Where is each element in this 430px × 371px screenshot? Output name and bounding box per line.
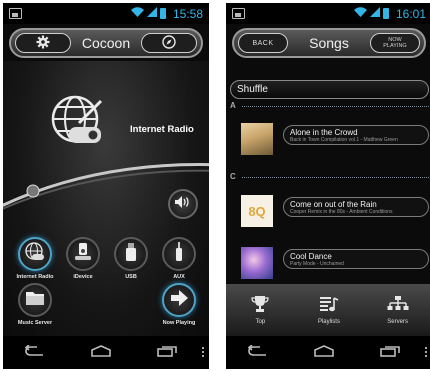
folder-icon bbox=[24, 287, 46, 314]
tab-label: Servers bbox=[387, 319, 408, 325]
song-title: Cool Dance bbox=[290, 252, 332, 261]
battery-icon bbox=[159, 8, 166, 19]
status-bar: 16:01 bbox=[226, 3, 430, 24]
wifi-icon bbox=[130, 7, 144, 20]
song-pill[interactable]: Cool Dance Party Mode - Unchained bbox=[283, 249, 429, 269]
source-usb-button[interactable] bbox=[114, 237, 148, 271]
source-internet-radio[interactable]: Internet Radio bbox=[11, 237, 59, 280]
recents-nav-icon[interactable] bbox=[156, 344, 177, 362]
recents-nav-icon[interactable] bbox=[379, 344, 400, 362]
song-row[interactable]: Alone in the Crowd Back in Town Compilat… bbox=[241, 123, 429, 157]
song-subtitle: Cooper Remix in the 80s - Ambient Condit… bbox=[290, 209, 393, 215]
song-subtitle: Party Mode - Unchained bbox=[290, 261, 344, 267]
source-music-server[interactable]: Music Server bbox=[11, 283, 59, 326]
song-pill[interactable]: Come on out of the Rain Cooper Remix in … bbox=[283, 197, 429, 217]
playlist-icon bbox=[299, 295, 359, 313]
app-title: Cocoon bbox=[81, 35, 131, 51]
home-nav-icon[interactable] bbox=[90, 344, 112, 362]
status-time: 16:01 bbox=[395, 6, 426, 21]
source-aux[interactable]: AUX bbox=[155, 237, 203, 280]
settings-button[interactable] bbox=[15, 33, 71, 53]
song-title: Alone in the Crowd bbox=[290, 128, 358, 137]
source-idevice-button[interactable] bbox=[66, 237, 100, 271]
back-button[interactable]: BACK bbox=[238, 33, 288, 53]
tab-playlists[interactable]: Playlists bbox=[299, 295, 359, 325]
source-usb[interactable]: USB bbox=[107, 237, 155, 280]
source-idevice[interactable]: iDevice bbox=[59, 237, 107, 280]
header-bar: Cocoon bbox=[9, 28, 203, 58]
status-time: 15:58 bbox=[172, 6, 203, 21]
signal-icon bbox=[146, 7, 157, 20]
overflow-menu-icon[interactable] bbox=[202, 347, 204, 357]
song-row[interactable]: Cool Dance Party Mode - Unchained bbox=[241, 247, 429, 281]
album-art bbox=[241, 123, 273, 155]
section-header: C bbox=[230, 172, 429, 182]
usb-stick-icon bbox=[120, 241, 142, 268]
overflow-menu-icon[interactable] bbox=[425, 347, 427, 357]
back-nav-icon[interactable] bbox=[25, 343, 45, 362]
system-nav-bar bbox=[226, 336, 430, 369]
source-label: AUX bbox=[173, 274, 185, 280]
source-internet-radio-button[interactable] bbox=[18, 237, 52, 271]
screen-title: Songs bbox=[309, 35, 349, 51]
source-panel: Internet Radio Internet Radio iDevice US… bbox=[3, 61, 209, 336]
album-art: 8Q bbox=[241, 195, 273, 227]
volume-button[interactable] bbox=[168, 189, 198, 219]
compass-icon bbox=[162, 35, 176, 51]
arrow-right-icon bbox=[168, 287, 190, 314]
source-label: USB bbox=[125, 274, 137, 280]
header-bar: BACK Songs NOW PLAYING bbox=[232, 28, 426, 58]
notification-image-icon bbox=[9, 8, 22, 19]
ipod-dock-icon bbox=[72, 241, 94, 268]
source-label: Now Playing bbox=[162, 320, 196, 326]
song-pill[interactable]: Alone in the Crowd Back in Town Compilat… bbox=[283, 125, 429, 145]
home-nav-icon[interactable] bbox=[313, 344, 335, 362]
tab-servers[interactable]: Servers bbox=[368, 295, 428, 325]
album-art bbox=[241, 247, 273, 279]
song-list: Shuffle A Alone in the Crowd Back in Tow… bbox=[226, 61, 430, 284]
globe-radio-icon bbox=[24, 241, 46, 268]
wifi-icon bbox=[353, 7, 367, 20]
album-art-text: 8Q bbox=[248, 203, 266, 219]
globe-radio-icon bbox=[49, 93, 109, 153]
notification-image-icon bbox=[232, 8, 245, 19]
source-label: Internet Radio bbox=[16, 274, 54, 280]
now-playing-button[interactable] bbox=[162, 283, 196, 317]
tab-label: Playlists bbox=[317, 319, 340, 325]
source-aux-button[interactable] bbox=[162, 237, 196, 271]
tab-top[interactable]: Top bbox=[230, 295, 290, 325]
source-label: Music Server bbox=[17, 320, 53, 326]
aux-plug-icon bbox=[168, 241, 190, 268]
system-nav-bar bbox=[3, 336, 209, 369]
now-playing-label-line2: PLAYING bbox=[383, 43, 407, 49]
section-header: A bbox=[230, 101, 429, 111]
network-icon bbox=[368, 295, 428, 313]
battery-icon bbox=[382, 8, 389, 19]
trophy-icon bbox=[230, 295, 290, 313]
source-music-server-button[interactable] bbox=[18, 283, 52, 317]
status-bar: 15:58 bbox=[3, 3, 209, 24]
bottom-tab-bar: Top Playlists Servers bbox=[226, 284, 430, 336]
gear-icon bbox=[36, 35, 50, 51]
song-row[interactable]: 8Q Come on out of the Rain Cooper Remix … bbox=[241, 195, 429, 229]
song-subtitle: Back in Town Compilation vol.1 - Matthew… bbox=[290, 137, 398, 143]
current-source-label: Internet Radio bbox=[130, 124, 194, 135]
song-title: Come on out of the Rain bbox=[290, 200, 377, 209]
source-label: iDevice bbox=[73, 274, 93, 280]
cocoon-home-screen: 15:58 Cocoon Internet Radio Internet Rad… bbox=[3, 3, 209, 369]
now-playing-header-button[interactable]: NOW PLAYING bbox=[369, 33, 420, 53]
songs-screen: 16:01 BACK Songs NOW PLAYING Shuffle A A… bbox=[226, 3, 430, 369]
speaker-icon bbox=[174, 195, 192, 214]
shuffle-button[interactable]: Shuffle bbox=[230, 80, 429, 99]
back-nav-icon[interactable] bbox=[248, 343, 268, 362]
signal-icon bbox=[369, 7, 380, 20]
compass-button[interactable] bbox=[140, 33, 197, 53]
tab-label: Top bbox=[255, 319, 266, 325]
now-playing-shortcut[interactable]: Now Playing bbox=[155, 283, 203, 326]
